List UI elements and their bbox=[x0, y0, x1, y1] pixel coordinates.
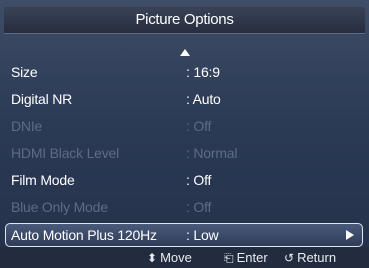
menu-item-value: : Low bbox=[186, 227, 219, 243]
scroll-up-indicator[interactable] bbox=[0, 43, 369, 56]
menu-item-film-mode[interactable]: Film Mode : Off bbox=[0, 167, 369, 194]
triangle-up-icon bbox=[179, 49, 190, 56]
menu-title: Picture Options bbox=[4, 7, 365, 34]
menu-item-value: : Off bbox=[186, 172, 212, 188]
move-hint: ⬍ Move bbox=[147, 247, 192, 268]
menu-item-dnie: DNIe : Off bbox=[0, 113, 369, 140]
menu-item-label: Size bbox=[11, 64, 38, 80]
menu-item-label: HDMI Black Level bbox=[11, 145, 120, 161]
menu-item-size[interactable]: Size : 16:9 bbox=[0, 59, 369, 86]
enter-hint: ⎗ Enter bbox=[224, 247, 268, 268]
menu-item-value: : Off bbox=[186, 118, 212, 134]
menu-item-value: : Off bbox=[186, 199, 212, 215]
menu-item-auto-motion-plus[interactable]: Auto Motion Plus 120Hz : Low bbox=[5, 223, 363, 247]
button-hint-bar: ⬍ Move ⎗ Enter ↺ Return bbox=[0, 247, 369, 268]
menu-list: Size : 16:9 Digital NR : Auto DNIe : Off… bbox=[0, 59, 369, 247]
menu-item-label: Blue Only Mode bbox=[11, 199, 108, 215]
enter-icon: ⎗ bbox=[224, 251, 234, 265]
menu-item-value: : Normal bbox=[186, 145, 238, 161]
menu-item-value: : Auto bbox=[186, 91, 221, 107]
triangle-right-icon[interactable] bbox=[346, 230, 354, 240]
enter-hint-label: Enter bbox=[236, 250, 268, 265]
menu-item-label: Film Mode bbox=[11, 172, 75, 188]
picture-options-menu: Picture Options Size : 16:9 Digital NR :… bbox=[0, 0, 369, 268]
menu-item-label: DNIe bbox=[11, 118, 43, 134]
move-hint-label: Move bbox=[160, 250, 192, 265]
return-hint: ↺ Return bbox=[284, 247, 336, 268]
menu-item-value: : 16:9 bbox=[186, 64, 220, 80]
return-hint-label: Return bbox=[297, 250, 337, 265]
menu-item-label: Auto Motion Plus 120Hz bbox=[11, 227, 157, 243]
menu-item-digital-nr[interactable]: Digital NR : Auto bbox=[0, 86, 369, 113]
menu-item-blue-only-mode: Blue Only Mode : Off bbox=[0, 194, 369, 221]
return-icon: ↺ bbox=[284, 251, 295, 265]
menu-item-label: Digital NR bbox=[11, 91, 73, 107]
move-arrows-icon: ⬍ bbox=[147, 251, 158, 265]
menu-item-hdmi-black-level: HDMI Black Level : Normal bbox=[0, 140, 369, 167]
